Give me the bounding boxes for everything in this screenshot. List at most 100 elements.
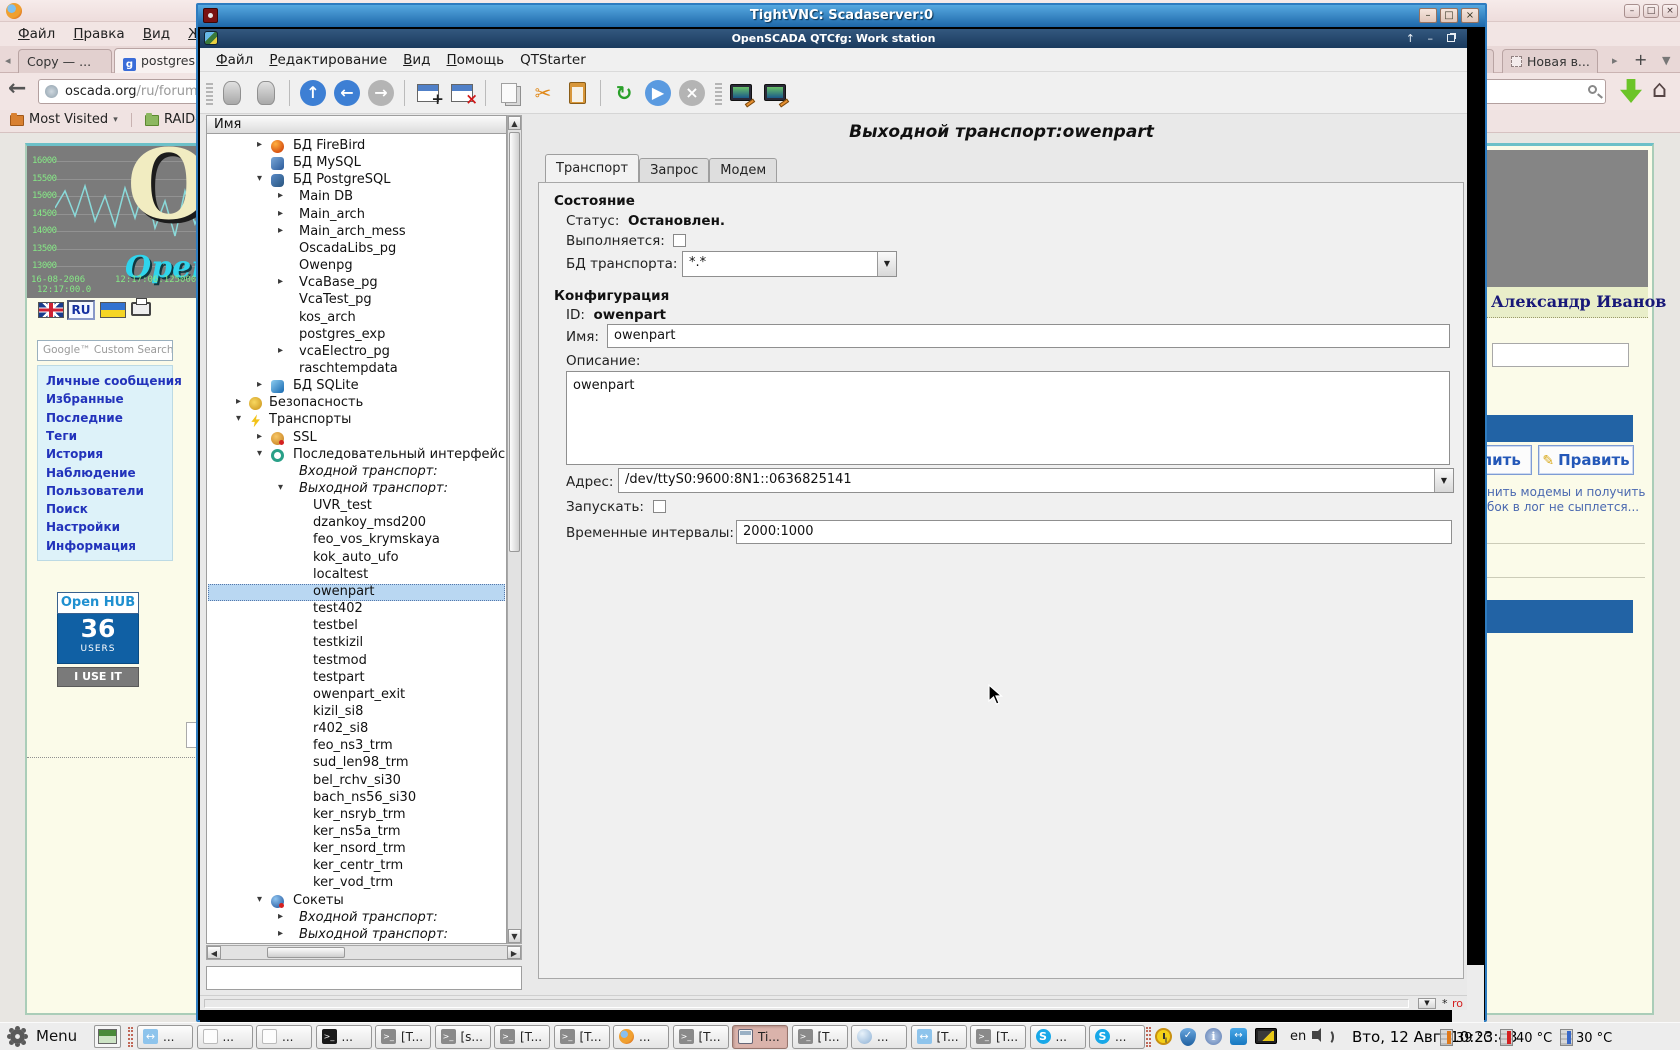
- scada-menu-item-0[interactable]: Файл: [216, 52, 253, 68]
- scroll-left-icon[interactable]: ◀: [207, 946, 221, 959]
- load-icon[interactable]: [217, 78, 247, 108]
- flag-ua-icon[interactable]: [100, 302, 126, 318]
- sidebar-link-0[interactable]: Личные сообщения: [46, 374, 182, 388]
- qtcfg-titlebar[interactable]: OpenSCADA QTCfg: Work station ↑ –: [200, 29, 1467, 48]
- tree-horizontal-scrollbar[interactable]: ◀ ▶: [206, 945, 522, 960]
- bookmark-most-visited[interactable]: Most Visited: [29, 112, 108, 127]
- sidebar-link-6[interactable]: Пользователи: [46, 484, 144, 498]
- chevron-down-icon[interactable]: ▼: [877, 252, 896, 276]
- task-button-11[interactable]: [T...: [792, 1025, 848, 1049]
- sidebar-link-1[interactable]: Избранные: [46, 392, 124, 406]
- tab-scroll-left-icon[interactable]: ◂: [5, 54, 11, 67]
- tab-scroll-right-icon[interactable]: ▸: [1612, 54, 1618, 67]
- tree-row[interactable]: ▸Безопасность: [208, 395, 505, 412]
- display-tray-icon[interactable]: [1255, 1028, 1277, 1044]
- save-icon[interactable]: [251, 78, 281, 108]
- status-dropdown[interactable]: ▼: [1418, 998, 1436, 1009]
- ff-menu-item-1[interactable]: Правка: [73, 26, 124, 42]
- vnc-titlebar[interactable]: TightVNC: Scadaserver:0 – □ ×: [198, 5, 1485, 27]
- tree-row[interactable]: ▸Входной транспорт:: [208, 910, 505, 927]
- tree-row[interactable]: ker_ns5a_trm: [208, 824, 505, 841]
- scrollbar-thumb[interactable]: [509, 132, 520, 552]
- qtcfg-restore-button[interactable]: [1447, 34, 1455, 42]
- qts2-icon[interactable]: [760, 78, 790, 108]
- sidebar-link-8[interactable]: Настройки: [46, 520, 120, 534]
- refresh-icon[interactable]: ↻: [609, 78, 639, 108]
- vnc-minimize-button[interactable]: –: [1419, 8, 1437, 23]
- autostart-checkbox[interactable]: [653, 500, 666, 513]
- chevron-down-icon[interactable]: ▼: [1434, 469, 1453, 492]
- volume-icon[interactable]: [1312, 1031, 1318, 1039]
- flag-uk-icon[interactable]: [38, 302, 64, 318]
- back-button[interactable]: ←: [8, 76, 26, 101]
- tree-row[interactable]: VcaTest_pg: [208, 292, 505, 309]
- vnc-maximize-button[interactable]: □: [1440, 8, 1458, 23]
- expander-closed-icon[interactable]: ▸: [278, 190, 283, 201]
- expander-open-icon[interactable]: ▾: [257, 894, 262, 905]
- task-button-5[interactable]: [s...: [435, 1025, 491, 1049]
- home-icon[interactable]: ⌂: [1652, 75, 1667, 103]
- tree-row[interactable]: ▸БД SQLite: [208, 378, 505, 395]
- expander-open-icon[interactable]: ▾: [278, 482, 283, 493]
- tree-row[interactable]: bel_rchv_si30: [208, 773, 505, 790]
- sidebar-link-9[interactable]: Информация: [46, 539, 136, 553]
- expander-closed-icon[interactable]: ▸: [278, 928, 283, 939]
- scada-menu-item-1[interactable]: Редактирование: [269, 52, 387, 68]
- expander-closed-icon[interactable]: ▸: [278, 345, 283, 356]
- task-button-14[interactable]: [T...: [970, 1025, 1026, 1049]
- tree-row[interactable]: testkizil: [208, 635, 505, 652]
- expander-closed-icon[interactable]: ▸: [236, 396, 241, 407]
- sidebar-link-4[interactable]: История: [46, 447, 103, 461]
- qtcfg-shade-button[interactable]: ↑: [1406, 31, 1415, 46]
- expander-open-icon[interactable]: ▾: [236, 413, 241, 424]
- firefox-minimize-button[interactable]: –: [1624, 4, 1640, 18]
- expander-open-icon[interactable]: ▾: [257, 448, 262, 459]
- google-search-input[interactable]: Google™ Custom Search: [37, 340, 173, 361]
- search-input[interactable]: [1480, 79, 1606, 104]
- tree-row[interactable]: ▸Main DB: [208, 189, 505, 206]
- tab-запрос[interactable]: Запрос: [639, 158, 709, 183]
- ff-menu-item-0[interactable]: Файл: [18, 26, 55, 42]
- tree-row[interactable]: ▸Выходной транспорт:: [208, 927, 505, 944]
- sidebar-link-2[interactable]: Последние: [46, 411, 123, 425]
- tab-copy[interactable]: Copy — ...: [18, 49, 112, 73]
- tree-row[interactable]: owenpart_exit: [208, 687, 505, 704]
- openhub-use-button[interactable]: I USE IT: [57, 667, 139, 687]
- print-icon[interactable]: [131, 302, 151, 316]
- qts1-icon[interactable]: [726, 78, 756, 108]
- tree-row[interactable]: ker_centr_trm: [208, 858, 505, 875]
- scroll-up-icon[interactable]: ▲: [508, 116, 521, 130]
- task-button-7[interactable]: [T...: [554, 1025, 610, 1049]
- tree-row[interactable]: testpart: [208, 670, 505, 687]
- tree-row[interactable]: kok_auto_ufo: [208, 550, 505, 567]
- task-button-4[interactable]: [T...: [375, 1025, 431, 1049]
- tree-row[interactable]: postgres_exp: [208, 327, 505, 344]
- tree-row[interactable]: ▾Последовательный интерфейс: [208, 447, 505, 464]
- download-icon[interactable]: [1620, 79, 1642, 103]
- tree-row[interactable]: UVR_test: [208, 498, 505, 515]
- task-button-9[interactable]: [T...: [673, 1025, 729, 1049]
- tree-vertical-scrollbar[interactable]: ▲ ▼: [507, 115, 522, 944]
- firefox-maximize-button[interactable]: □: [1643, 4, 1659, 18]
- expander-closed-icon[interactable]: ▸: [257, 139, 262, 150]
- task-button-8[interactable]: ...: [613, 1025, 669, 1049]
- tree-row[interactable]: ▸VcaBase_pg: [208, 275, 505, 292]
- tab-транспорт[interactable]: Транспорт: [545, 154, 639, 183]
- transport-db-select[interactable]: *.* ▼: [682, 251, 897, 277]
- tree-row[interactable]: ▸Main_arch_mess: [208, 224, 505, 241]
- del-icon[interactable]: ×: [447, 78, 477, 108]
- expander-closed-icon[interactable]: ▸: [257, 431, 262, 442]
- expander-open-icon[interactable]: ▾: [257, 173, 262, 184]
- taskbar-menu-button[interactable]: Menu: [36, 1027, 77, 1045]
- scroll-down-icon[interactable]: ▼: [508, 929, 521, 943]
- scada-menu-item-2[interactable]: Вид: [403, 52, 430, 68]
- scroll-right-icon[interactable]: ▶: [507, 946, 521, 959]
- tree-row[interactable]: ker_vod_trm: [208, 875, 505, 892]
- task-button-10[interactable]: Ti...: [732, 1025, 788, 1049]
- tree-row[interactable]: test402: [208, 601, 505, 618]
- stop-icon[interactable]: ×: [677, 78, 707, 108]
- expander-closed-icon[interactable]: ▸: [278, 276, 283, 287]
- tree-row[interactable]: dzankoy_msd200: [208, 515, 505, 532]
- info-tray-icon[interactable]: i: [1205, 1028, 1222, 1045]
- forum-edit-button[interactable]: ✎Править: [1538, 445, 1634, 475]
